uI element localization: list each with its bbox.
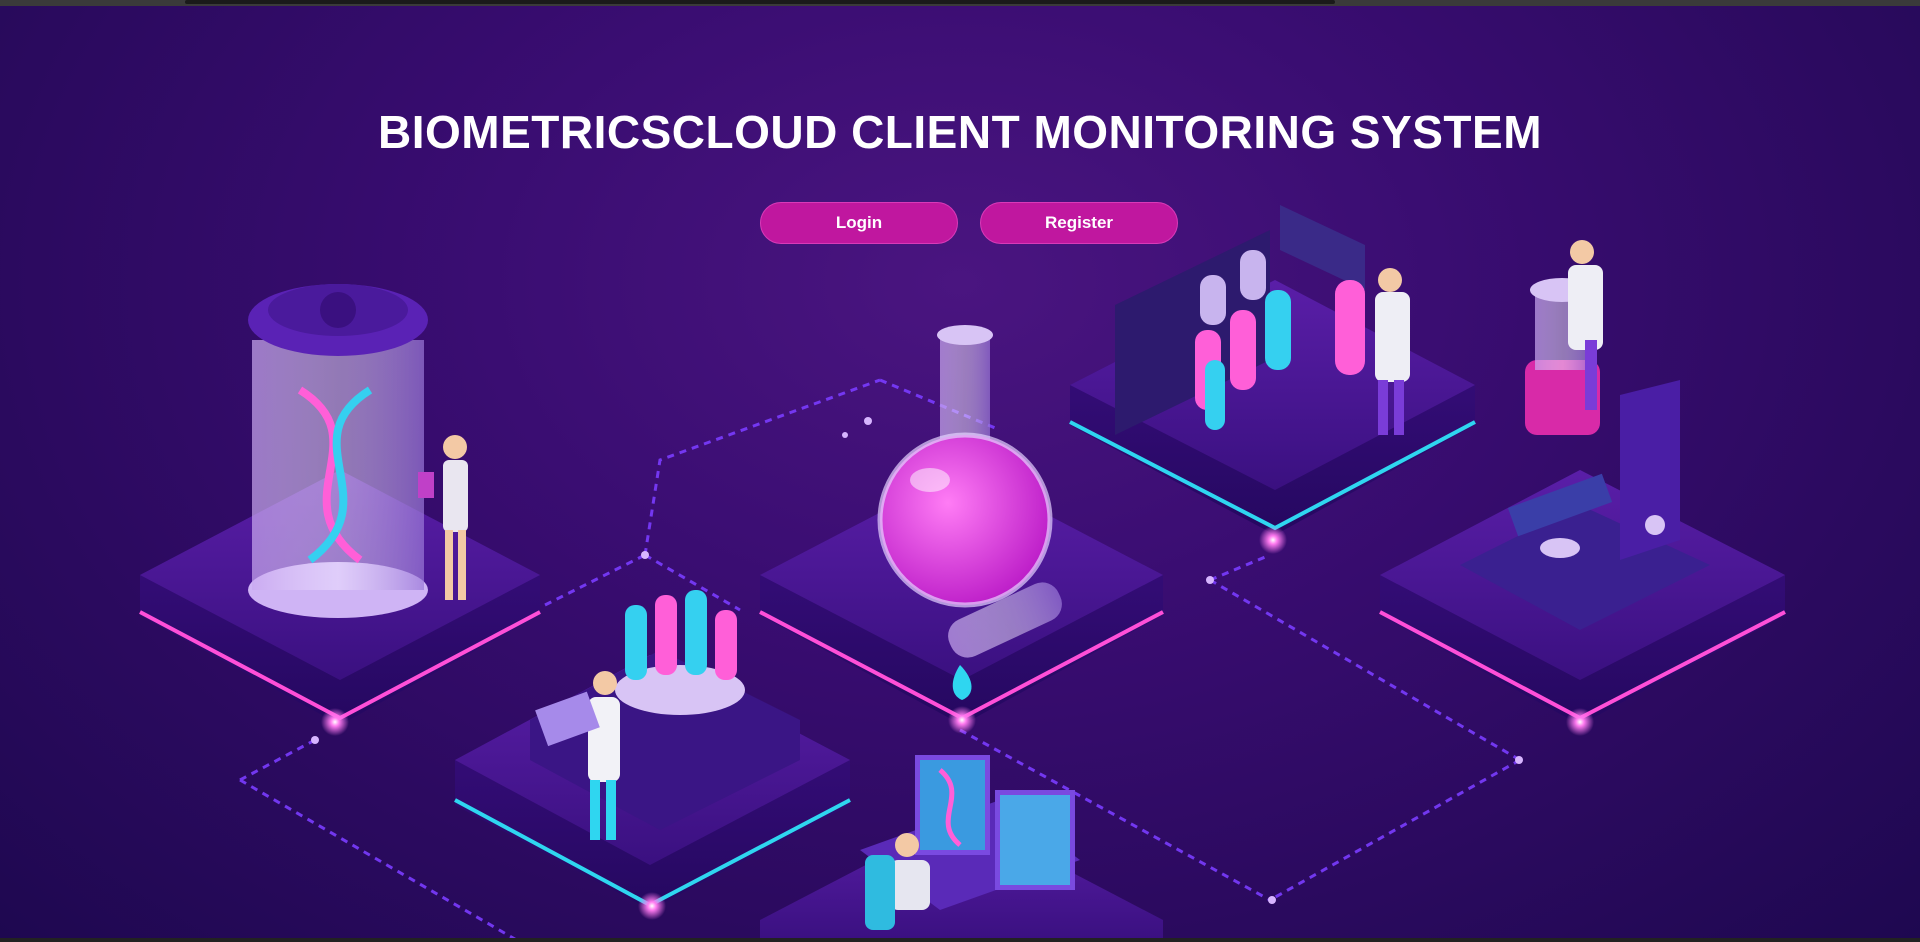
platform-dna xyxy=(139,284,541,736)
page-title: BIOMETRICSCLOUD CLIENT MONITORING SYSTEM xyxy=(377,105,1543,158)
platform-tubes-left xyxy=(454,590,851,920)
auth-actions: Login Register xyxy=(760,202,1180,244)
platform-microscope xyxy=(1379,240,1786,736)
platform-tubes-right xyxy=(1069,205,1476,554)
login-button[interactable]: Login xyxy=(760,202,958,244)
landing-page: BIOMETRICSCLOUD CLIENT MONITORING SYSTEM… xyxy=(0,0,1920,942)
register-button[interactable]: Register xyxy=(980,202,1178,244)
dna-capsule-icon xyxy=(248,284,428,618)
bottom-edge xyxy=(0,938,1920,942)
